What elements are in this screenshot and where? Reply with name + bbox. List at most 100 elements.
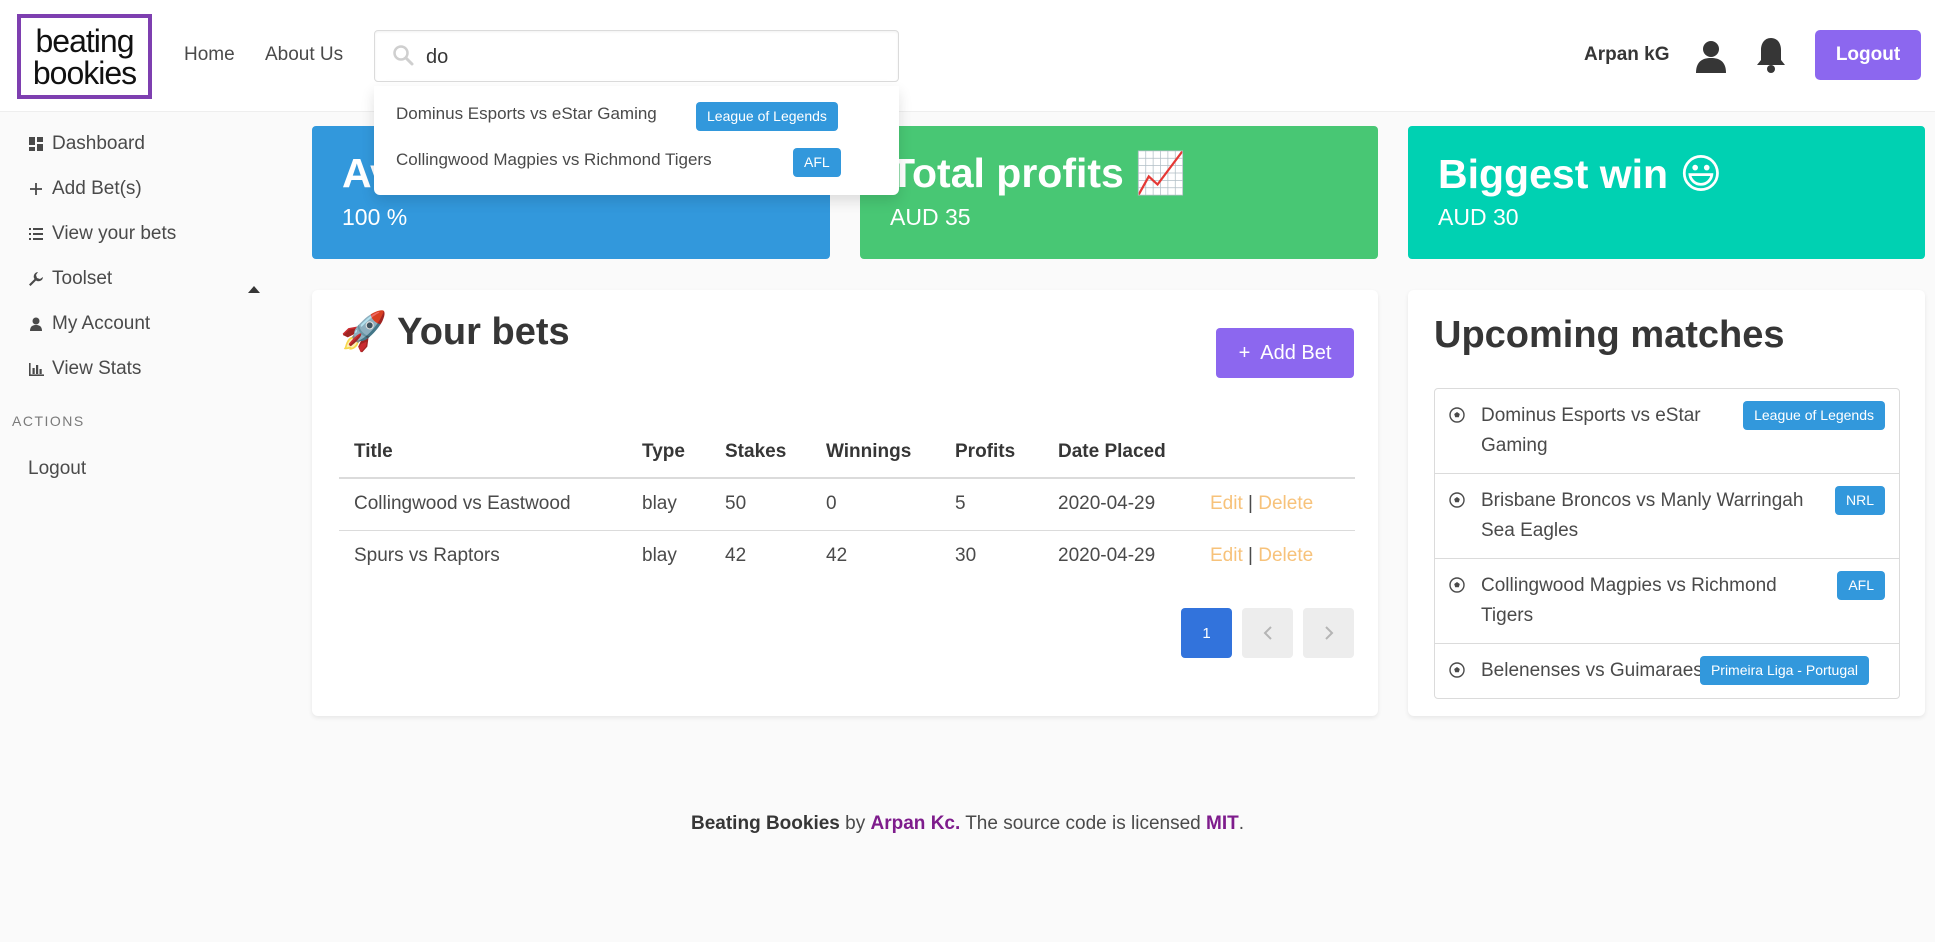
sidebar-item-label: Toolset — [52, 268, 113, 289]
pagination-next-button[interactable] — [1303, 608, 1354, 658]
sidebar-item-label: View Stats — [52, 358, 142, 379]
bet-title: Collingwood vs Eastwood — [339, 478, 627, 531]
caret-up-icon[interactable] — [248, 280, 260, 298]
match-tag: League of Legends — [1743, 401, 1885, 430]
delete-link[interactable]: Delete — [1258, 493, 1313, 514]
stat-value: AUD 30 — [1438, 204, 1519, 230]
bet-actions: Edit | Delete — [1195, 530, 1355, 582]
sidebar-item-label: Add Bet(s) — [52, 178, 142, 199]
match-title: Belenenses vs Guimaraes — [1481, 660, 1703, 681]
stat-title: Total profits 📈 — [890, 150, 1187, 196]
list-icon — [28, 226, 44, 242]
footer-end: . — [1238, 813, 1244, 834]
upcoming-matches-list: Dominus Esports vs eStar Gaming League o… — [1434, 388, 1900, 699]
table-row: Collingwood vs Eastwood blay 50 0 5 2020… — [339, 478, 1355, 531]
brand-logo[interactable]: beating bookies — [17, 14, 152, 99]
column-header: Date Placed — [1043, 426, 1195, 479]
search-result-item[interactable]: Dominus Esports vs eStar Gaming — [396, 104, 657, 124]
delete-link[interactable]: Delete — [1258, 545, 1313, 566]
logo-line-1: beating — [35, 22, 135, 59]
footer: Beating Bookies by Arpan Kc. The source … — [0, 737, 1935, 942]
match-title: Dominus Esports vs eStar Gaming — [1481, 405, 1701, 456]
your-bets-card: 🚀 Your bets + Add Bet Title Type Stakes W… — [312, 290, 1378, 716]
edit-link[interactable]: Edit — [1210, 493, 1243, 514]
bet-stakes: 50 — [710, 478, 811, 531]
search-input[interactable] — [426, 43, 876, 71]
nav-home-link[interactable]: Home — [184, 44, 235, 66]
footer-author-link[interactable]: Arpan Kc. — [871, 813, 961, 834]
user-icon — [28, 316, 44, 332]
add-bet-button[interactable]: + Add Bet — [1216, 328, 1354, 378]
wrench-icon — [28, 271, 44, 287]
search-result-item[interactable]: Collingwood Magpies vs Richmond Tigers — [396, 150, 712, 170]
upcoming-matches-card: Upcoming matches Dominus Esports vs eSta… — [1408, 290, 1925, 716]
match-tag: NRL — [1834, 486, 1885, 515]
list-item[interactable]: Collingwood Magpies vs Richmond Tigers A… — [1435, 559, 1899, 644]
edit-link[interactable]: Edit — [1210, 545, 1243, 566]
footer-license-link[interactable]: MIT — [1206, 813, 1239, 834]
list-item[interactable]: Belenenses vs Guimaraes Primeira Liga - … — [1435, 644, 1899, 698]
stat-value: 100 % — [342, 204, 408, 230]
column-header-actions — [1195, 426, 1355, 479]
soccer-ball-icon — [1449, 488, 1465, 518]
sidebar-item-my-account[interactable]: My Account — [28, 313, 150, 335]
bet-stakes: 42 — [725, 545, 747, 567]
footer-by: by — [845, 813, 866, 834]
sidebar-item-label: View your bets — [52, 223, 177, 244]
column-header: Title — [339, 426, 627, 479]
sidebar-item-dashboard[interactable]: Dashboard — [28, 133, 145, 155]
table-row: Spurs vs Raptors blay 42 42 30 2020-04-2… — [339, 530, 1355, 582]
sidebar-item-toolset[interactable]: Toolset — [28, 268, 112, 290]
logout-button[interactable]: Logout — [1815, 30, 1921, 80]
sidebar-item-label: Dashboard — [52, 133, 145, 154]
bet-winnings: 0 — [811, 478, 940, 531]
column-header: Type — [627, 426, 710, 479]
stat-title: Biggest win 😃 — [1438, 151, 1723, 197]
footer-text: Beating Bookies by Arpan Kc. The source … — [0, 813, 1935, 835]
stat-value: AUD 35 — [890, 204, 971, 230]
column-header: Winnings — [811, 426, 940, 479]
plus-icon: + — [1238, 341, 1251, 364]
bet-profits: 5 — [940, 478, 1043, 531]
chevron-left-icon — [1263, 626, 1272, 640]
sidebar-item-view-bets[interactable]: View your bets — [28, 223, 176, 245]
sidebar-item-view-stats[interactable]: View Stats — [28, 358, 141, 380]
match-tag: AFL — [1837, 571, 1885, 600]
search-result-tag: League of Legends — [696, 102, 838, 131]
chevron-right-icon — [1324, 626, 1333, 640]
your-bets-title: 🚀 Your bets — [340, 311, 570, 353]
bet-type: blay — [642, 545, 677, 567]
separator: | — [1248, 493, 1253, 515]
bet-date: 2020-04-29 — [1058, 545, 1156, 567]
bell-icon[interactable] — [1751, 34, 1791, 76]
nav-about-link[interactable]: About Us — [265, 44, 343, 66]
sidebar-item-add-bets[interactable]: Add Bet(s) — [28, 178, 142, 200]
list-item[interactable]: Dominus Esports vs eStar Gaming League o… — [1435, 389, 1899, 474]
bets-table: Title Type Stakes Winnings Profits Date … — [339, 426, 1355, 582]
dashboard-icon — [28, 136, 44, 152]
upcoming-matches-title: Upcoming matches — [1434, 314, 1785, 356]
user-icon[interactable] — [1691, 36, 1731, 76]
bet-winnings: 42 — [826, 545, 848, 567]
column-header: Stakes — [710, 426, 811, 479]
list-item[interactable]: Brisbane Broncos vs Manly Warringah Sea … — [1435, 474, 1899, 559]
bet-type: blay — [627, 478, 710, 531]
soccer-ball-icon — [1449, 658, 1465, 688]
add-bet-label: Add Bet — [1260, 341, 1332, 364]
sidebar-item-logout[interactable]: Logout — [28, 458, 86, 480]
search-box[interactable] — [374, 30, 899, 82]
soccer-ball-icon — [1449, 403, 1465, 433]
pagination-previous-button[interactable] — [1242, 608, 1293, 658]
search-results-dropdown: Dominus Esports vs eStar Gaming League o… — [374, 86, 899, 195]
bet-profits: 30 — [955, 545, 977, 567]
pagination-page-1[interactable]: 1 — [1181, 608, 1232, 658]
bet-date: 2020-04-29 — [1043, 478, 1195, 531]
footer-license-text: The source code is licensed — [965, 813, 1201, 834]
sidebar-item-label: My Account — [52, 313, 151, 334]
match-title: Collingwood Magpies vs Richmond Tigers — [1481, 575, 1777, 626]
actions-label: ACTIONS — [12, 413, 85, 429]
logo-line-2: bookies — [32, 54, 137, 91]
sidebar-item-label: Logout — [28, 458, 87, 479]
separator: | — [1248, 545, 1253, 567]
column-header: Profits — [940, 426, 1043, 479]
